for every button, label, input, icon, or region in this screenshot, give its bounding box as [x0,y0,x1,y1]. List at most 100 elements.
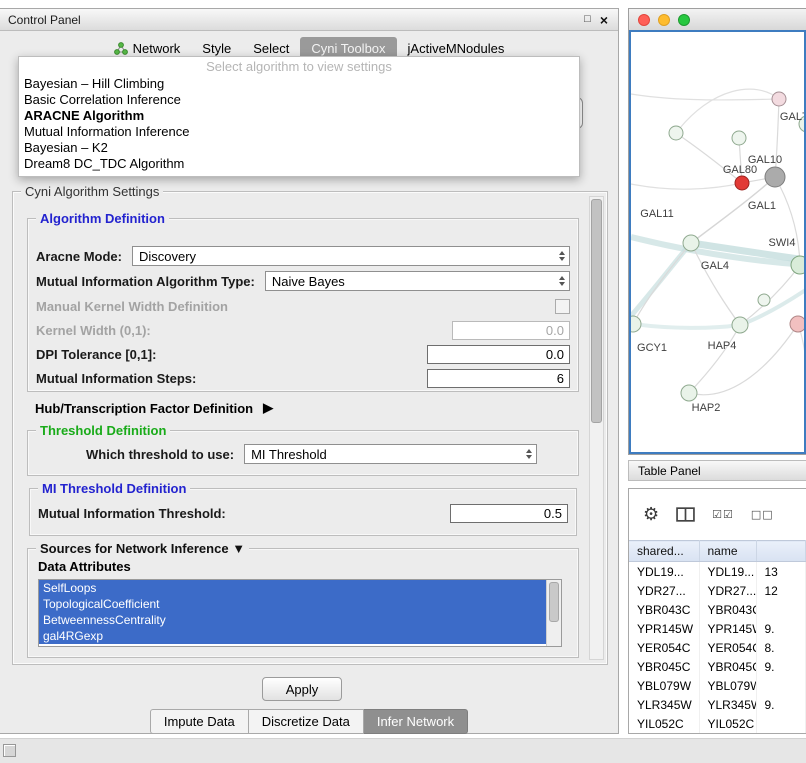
table-row[interactable]: YIL052CYIL052C [629,714,806,733]
network-edge[interactable] [798,324,806,384]
table-row[interactable]: YLR345WYLR345W9. [629,695,806,714]
table-cell: YBL079W [699,676,756,695]
kernel-width-input[interactable]: 0.0 [452,321,570,340]
network-edge[interactable] [676,89,779,133]
network-node[interactable] [790,316,806,332]
column-header[interactable] [756,541,806,562]
sources-group-title[interactable]: Sources for Network Inference ▼ [36,541,249,556]
network-edge[interactable] [775,177,800,265]
close-button[interactable] [638,14,650,26]
close-panel-icon[interactable]: × [600,13,608,27]
network-node[interactable] [681,385,697,401]
minimize-button[interactable] [658,14,670,26]
network-edge[interactable] [689,324,798,395]
network-node[interactable] [765,167,785,187]
scrollbar-thumb[interactable] [591,199,602,423]
algorithm-option[interactable]: Bayesian – Hill Climbing [19,76,579,92]
table-row[interactable]: YBL079WYBL079W [629,676,806,695]
mi-threshold-input[interactable]: 0.5 [450,504,568,523]
network-node[interactable] [735,176,749,190]
algorithm-placeholder: Select algorithm to view settings [19,57,579,76]
table-row[interactable]: YER054CYER054C8. [629,638,806,657]
network-canvas[interactable]: GAL7GAL80GAL10GAL11GAL1SWI4GAL4GCY1HAP4H… [631,32,806,454]
tab-discretize-data[interactable]: Discretize Data [249,709,364,734]
attribute-item-selected[interactable]: gal4RGexp [39,628,551,644]
attributes-scrollbar[interactable] [546,580,561,646]
attribute-item-selected[interactable]: SelfLoops [39,580,551,596]
table-header-row: shared... name [629,541,806,562]
table-panel-titlebar[interactable]: Table Panel [628,460,806,481]
manual-kernel-label: Manual Kernel Width Definition [36,299,228,314]
tab-label: Cyni Toolbox [311,41,385,56]
network-node[interactable] [683,235,699,251]
tab-impute-data[interactable]: Impute Data [150,709,249,734]
table-cell: YPR145W [699,619,756,638]
scrollbar-thumb[interactable] [549,582,559,622]
deselect-all-icon[interactable]: □□ [751,508,774,521]
table-cell: YLR345W [699,695,756,714]
settings-scrollbar[interactable] [589,196,604,660]
table-cell [756,600,806,619]
control-panel-titlebar[interactable]: Control Panel □ × [0,9,618,31]
node-label: GAL11 [640,208,673,220]
show-columns-icon[interactable] [676,507,695,522]
network-window-titlebar[interactable] [629,9,806,31]
sources-title-text: Sources for Network Inference [40,541,229,556]
zoom-button[interactable] [678,14,690,26]
which-threshold-select[interactable]: MI Threshold [244,444,537,464]
table-row[interactable]: YDR27...YDR27...12 [629,581,806,600]
float-panel-icon[interactable]: □ [584,14,591,25]
algorithm-option[interactable]: Basic Correlation Inference [19,92,579,108]
network-icon [114,42,128,55]
network-node[interactable] [732,131,746,145]
column-header[interactable]: shared... [629,541,699,562]
table-row[interactable]: YBR045CYBR045C9. [629,657,806,676]
network-node[interactable] [669,126,683,140]
mi-steps-row: Mutual Information Steps: 6 [36,367,570,389]
network-node[interactable] [732,317,748,333]
network-edge[interactable] [740,265,800,325]
attribute-item-selected[interactable]: BetweennessCentrality [39,612,551,628]
table-settings-gear-icon[interactable]: ⚙ [643,506,659,524]
minimized-panel-icon[interactable] [3,744,16,757]
mi-type-select[interactable]: Naive Bayes [265,271,570,291]
algorithm-option[interactable]: Bayesian – K2 [19,140,579,156]
network-node[interactable] [772,92,786,106]
table-row[interactable]: YBR043CYBR043C [629,600,806,619]
table-row[interactable]: YDL19...YDL19...13 [629,562,806,582]
control-panel-title: Control Panel [8,13,575,27]
table-cell: YIL052C [699,714,756,733]
attribute-item-selected[interactable]: TopologicalCoefficient [39,596,551,612]
mi-steps-input[interactable]: 6 [427,369,570,388]
which-threshold-row: Which threshold to use: MI Threshold [36,443,570,465]
aracne-mode-row: Aracne Mode: Discovery [36,245,570,267]
column-header[interactable]: name [699,541,756,562]
mi-type-row: Mutual Information Algorithm Type: Naive… [36,270,570,292]
network-view[interactable]: GAL7GAL80GAL10GAL11GAL1SWI4GAL4GCY1HAP4H… [629,30,806,454]
network-edge[interactable] [631,183,742,189]
tab-infer-network[interactable]: Infer Network [364,709,468,734]
network-node[interactable] [631,316,641,332]
table-cell: YDL19... [699,562,756,582]
dpi-tolerance-input[interactable]: 0.0 [427,345,570,364]
manual-kernel-checkbox[interactable] [555,299,570,314]
table-cell [756,714,806,733]
table-row[interactable]: YPR145WYPR145W9. [629,619,806,638]
algorithm-option[interactable]: Mutual Information Inference [19,124,579,140]
network-edge[interactable] [689,325,740,393]
algorithm-option[interactable]: Dream8 DC_TDC Algorithm [19,156,579,172]
network-edge[interactable] [633,324,740,328]
network-node[interactable] [758,294,770,306]
expand-arrow-icon: ▶ [263,400,273,416]
network-node[interactable] [791,256,806,274]
algorithm-option-selected[interactable]: ARACNE Algorithm [19,108,579,124]
data-attributes-list[interactable]: SelfLoops TopologicalCoefficient Between… [38,579,562,647]
aracne-mode-select[interactable]: Discovery [132,246,570,266]
table-cell: YLR345W [629,695,699,714]
select-all-icon[interactable]: ☑☑ [712,508,734,521]
hub-definition-toggle[interactable]: Hub/Transcription Factor Definition ▶ [35,400,273,416]
apply-button[interactable]: Apply [262,677,342,701]
table-toolbar: ⚙ ☑☑ □□ [629,489,806,540]
table-cell: YBR045C [629,657,699,676]
network-edge[interactable] [631,94,779,100]
